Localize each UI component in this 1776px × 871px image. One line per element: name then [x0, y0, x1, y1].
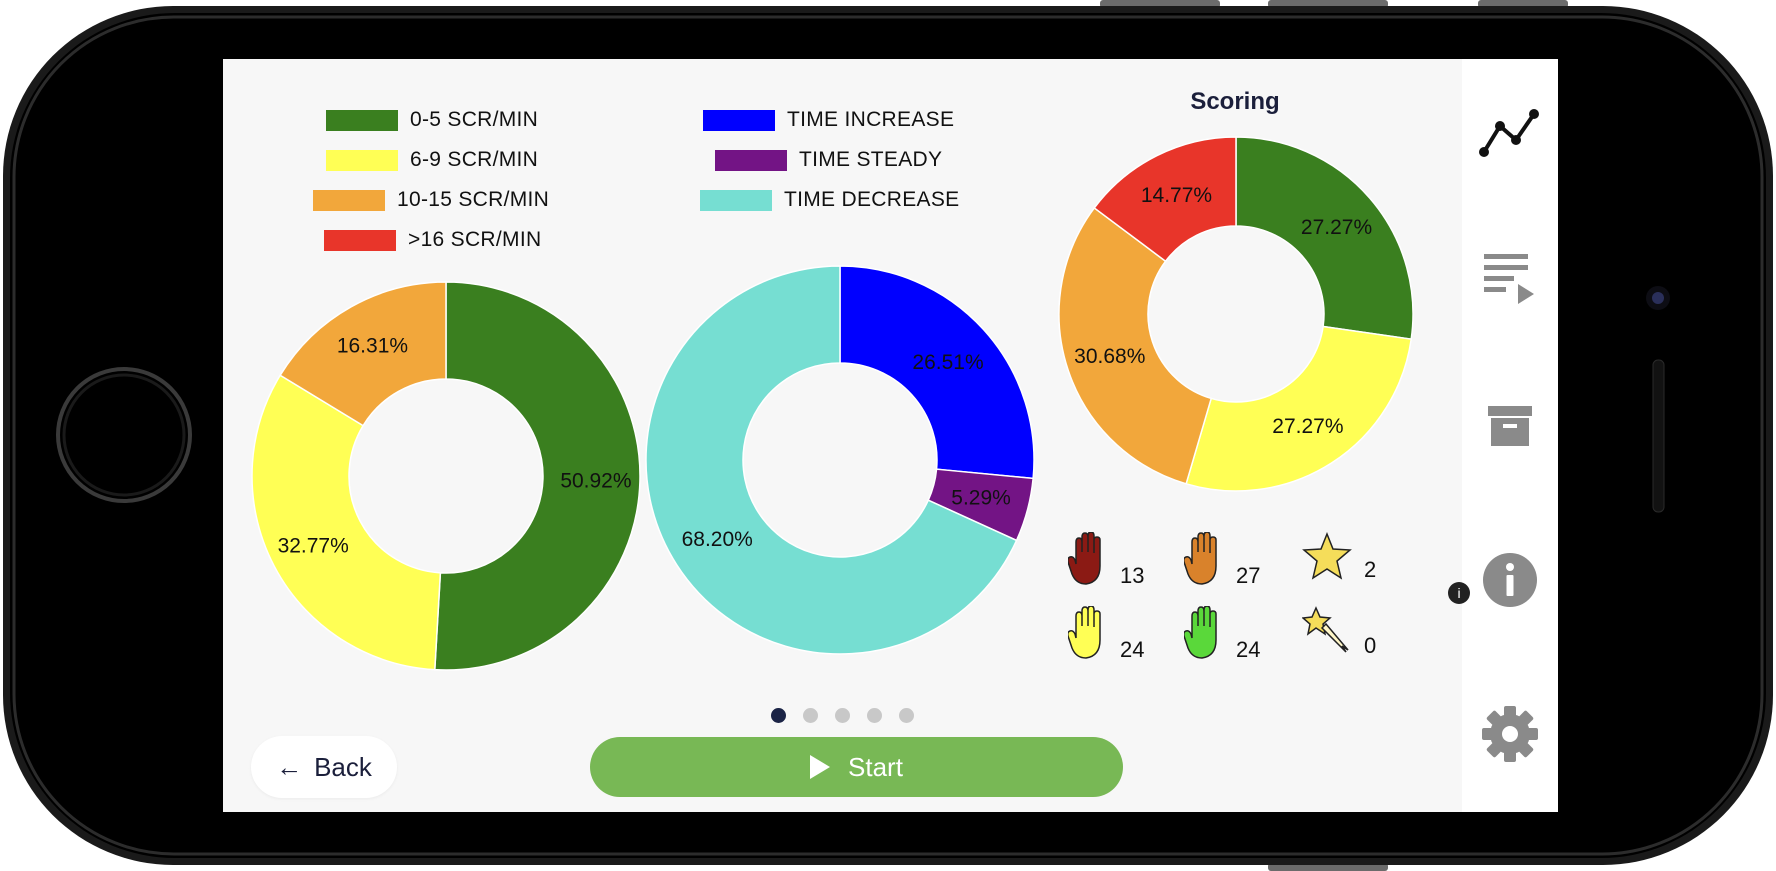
yellow-hand-icon [1067, 605, 1108, 665]
legend-label: TIME INCREASE [787, 108, 955, 131]
legend-swatch [313, 189, 385, 211]
line-chart-icon[interactable] [1478, 100, 1542, 164]
donut-slice [1185, 325, 1413, 492]
legend-label: 6-9 SCR/MIN [410, 148, 539, 171]
legend-item: >16 SCR/MIN [324, 228, 541, 252]
legend-label: TIME DECREASE [784, 188, 960, 211]
play-icon [810, 755, 831, 779]
chart-time-trend: 26.51% 5.29% 68.20% [645, 265, 1035, 655]
score-value: 24 [1236, 637, 1261, 662]
pagination-dot[interactable] [899, 708, 914, 723]
legend-swatch [715, 149, 787, 171]
slice-label: 5.29% [951, 487, 1011, 510]
star-icon [1302, 531, 1352, 585]
score-item: 24 [1183, 605, 1261, 665]
legend-item: TIME INCREASE [703, 108, 954, 132]
pagination-dot[interactable] [803, 708, 818, 723]
slice-label: 68.20% [682, 528, 753, 551]
legend-item: 6-9 SCR/MIN [326, 148, 538, 172]
slice-label: 32.77% [278, 535, 349, 558]
info-icon[interactable] [1478, 548, 1542, 612]
green-hand-icon [1183, 605, 1224, 665]
pagination-dots [771, 708, 914, 723]
slice-label: 30.68% [1074, 345, 1145, 368]
shooting-star-icon [1301, 606, 1352, 661]
info-badge[interactable]: i [1448, 582, 1470, 604]
score-value: 13 [1120, 563, 1145, 588]
legend-swatch [703, 109, 775, 131]
start-button-label: Start [848, 751, 903, 782]
legend-item: 0-5 SCR/MIN [326, 108, 538, 132]
start-button[interactable]: Start [590, 737, 1123, 797]
score-item: 27 [1183, 531, 1261, 591]
back-button-label: Back [314, 751, 372, 782]
score-value: 0 [1364, 633, 1377, 658]
score-value: 27 [1236, 563, 1261, 588]
score-item: 2 [1302, 531, 1377, 585]
score-item: 0 [1301, 606, 1377, 661]
legend-label: 10-15 SCR/MIN [397, 188, 550, 211]
pagination-dot[interactable] [771, 708, 786, 723]
legend-label: TIME STEADY [799, 148, 943, 171]
legend-item: 10-15 SCR/MIN [313, 188, 549, 212]
legend-swatch [324, 229, 396, 251]
slice-label: 27.27% [1301, 216, 1372, 239]
legend-item: TIME STEADY [715, 148, 942, 172]
pagination-dot[interactable] [835, 708, 850, 723]
orange-hand-icon [1183, 531, 1224, 591]
score-item: 24 [1067, 605, 1145, 665]
legend-label: >16 SCR/MIN [408, 228, 542, 251]
donut-slice [251, 374, 442, 671]
score-value: 2 [1364, 557, 1377, 582]
arrow-left-icon: ← [276, 751, 303, 782]
pagination-dot[interactable] [867, 708, 882, 723]
slice-label: 27.27% [1272, 415, 1343, 438]
archive-icon[interactable] [1478, 394, 1542, 458]
legend-swatch [326, 149, 398, 171]
score-value: 24 [1120, 637, 1145, 662]
chart-scroll-rate: 50.92% 32.77% 16.31% [251, 281, 641, 671]
back-button[interactable]: ← Back [251, 736, 397, 798]
slice-label: 26.51% [912, 351, 983, 374]
slice-label: 14.77% [1141, 184, 1212, 207]
legend-item: TIME DECREASE [700, 188, 959, 212]
legend-swatch [700, 189, 772, 211]
scoring-title: Scoring [1190, 88, 1280, 115]
settings-icon[interactable] [1478, 702, 1542, 766]
slice-label: 50.92% [560, 469, 631, 492]
score-item: 13 [1067, 531, 1145, 591]
red-hand-icon [1067, 531, 1108, 591]
legend-swatch [326, 109, 398, 131]
legend-label: 0-5 SCR/MIN [410, 108, 539, 131]
chart-scoring: 27.27% 27.27% 30.68% 14.77% [1058, 136, 1414, 492]
slice-label: 16.31% [337, 334, 408, 357]
playlist-icon[interactable] [1478, 244, 1542, 308]
